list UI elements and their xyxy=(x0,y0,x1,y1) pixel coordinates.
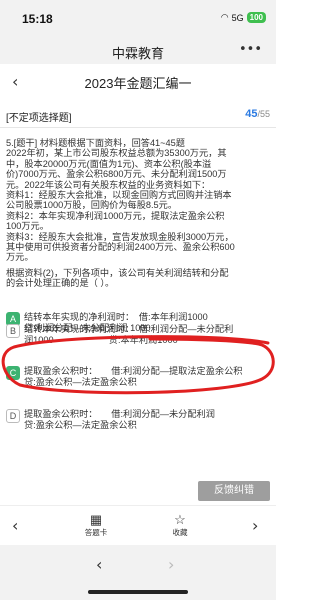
option-letter: D xyxy=(6,409,20,423)
option-line: 结转本年实现的净利润时： 借:利润分配—未分配利 xyxy=(24,324,234,334)
option-d[interactable]: D 提取盈余公积时： 借:利润分配—未分配利润 贷:盈余公积—法定盈余公积 xyxy=(6,408,272,432)
app-bar: 中霖教育 ••• xyxy=(0,38,276,64)
status-bar: 15:18 ◠ 5G 100 xyxy=(0,0,276,38)
option-b[interactable]: B 结转本年实现的净利润时： 借:利润分配—未分配利 润1000 贷:本年利润1… xyxy=(6,323,272,347)
prompt-line: 的会计处理正确的是（ ）。 xyxy=(6,278,115,289)
option-line: 提取盈余公积时： 借:利润分配—未分配利润 xyxy=(24,409,215,419)
prompt-line: 根据资料(2)，下列各项中，该公司有关利润结转和分配 xyxy=(6,268,229,278)
question-line: 5.[题干] 材料题根据下面资料，回答41~45题 xyxy=(6,138,185,148)
status-time: 15:18 xyxy=(22,12,53,26)
option-text: 提取盈余公积时： 借:利润分配—提取法定盈余公积 贷:盈余公积—法定盈余公积 xyxy=(24,366,274,387)
question-line: 元。2022年该公司有关股东权益的业务资料如下： xyxy=(6,179,211,190)
question-type-label: [不定项选择题] xyxy=(6,113,72,124)
question-prompt: 根据资料(2)，下列各项中，该公司有关利润结转和分配 的会计处理正确的是（ ）。 xyxy=(6,268,272,289)
option-line: 润1000 贷:本年利润1000 xyxy=(24,334,178,345)
feedback-button[interactable]: 反馈纠错 xyxy=(198,481,270,501)
browser-nav-bar: ‹ › xyxy=(0,545,276,600)
question-line: 2022年初，某上市公司股东权益总额为35300万元，其 xyxy=(6,148,227,159)
page-header: ‹ 2023年金题汇编一 xyxy=(0,64,276,100)
question-stem: 5.[题干] 材料题根据下面资料，回答41~45题 2022年初，某上市公司股东… xyxy=(6,138,272,263)
option-line: 贷:盈余公积—法定盈余公积 xyxy=(24,419,137,430)
app-title: 中霖教育 xyxy=(111,46,164,61)
progress-total: /55 xyxy=(257,109,270,119)
wifi-icon: ◠ xyxy=(220,12,229,22)
question-progress: 45/55 xyxy=(245,108,270,120)
option-line: 提取盈余公积时： 借:利润分配—提取法定盈余公积 xyxy=(24,366,243,376)
question-line: 资料3：经股东大会批准，宣告发放现金股利3000万元， xyxy=(6,231,234,242)
question-type-row: [不定项选择题] 45/55 xyxy=(0,102,276,128)
option-c[interactable]: C 提取盈余公积时： 借:利润分配—提取法定盈余公积 贷:盈余公积—法定盈余公积 xyxy=(6,365,272,389)
question-line: 资料2：本年实现净利润1000万元，提取法定盈余公积 xyxy=(6,210,225,221)
page-title: 2023年金题汇编一 xyxy=(84,76,192,91)
option-line: 结转本年实现的净利润时： 借:本年利润1000 xyxy=(24,312,208,322)
answer-card-button[interactable]: ▦ 答题卡 xyxy=(76,512,116,538)
answer-card-label: 答题卡 xyxy=(84,528,108,537)
next-question-icon[interactable]: › xyxy=(252,516,258,535)
question-line: 万元。 xyxy=(6,252,34,263)
bottom-toolbar: ‹ ▦ 答题卡 ☆ 收藏 › xyxy=(0,505,276,545)
favorite-label: 收藏 xyxy=(172,528,188,537)
battery-icon: 100 xyxy=(246,12,266,23)
question-line: 其中使用可供投资者分配的利润2400万元、盈余公积600 xyxy=(6,242,235,253)
question-line: 价)7000万元、盈余公积6800万元、未分配利润1500万 xyxy=(6,169,227,180)
question-line: 公司股票1000万股，回购价为每股8.5元。 xyxy=(6,200,178,211)
nav-back-icon[interactable]: ‹ xyxy=(96,555,102,574)
progress-current: 45 xyxy=(245,108,258,120)
grid-icon: ▦ xyxy=(89,512,103,527)
nav-forward-icon[interactable]: › xyxy=(168,555,174,574)
option-text: 结转本年实现的净利润时： 借:利润分配—未分配利 润1000 贷:本年利润100… xyxy=(24,324,274,345)
question-line: 中，股本20000万元(面值为1元)、资本公积(股本溢 xyxy=(6,158,212,169)
more-dots-icon[interactable]: ••• xyxy=(239,42,262,57)
home-indicator[interactable] xyxy=(88,590,188,594)
option-letter: C xyxy=(6,366,20,380)
favorite-button[interactable]: ☆ 收藏 xyxy=(160,512,200,538)
status-icons: ◠ 5G 100 xyxy=(221,12,266,23)
network-label: 5G xyxy=(231,12,244,23)
option-letter: B xyxy=(6,324,20,338)
prev-question-icon[interactable]: ‹ xyxy=(12,516,18,535)
option-text: 提取盈余公积时： 借:利润分配—未分配利润 贷:盈余公积—法定盈余公积 xyxy=(24,409,274,430)
question-line: 资料1：经股东大会批准，以现金回购方式回购并注销本 xyxy=(6,190,232,201)
question-line: 100万元。 xyxy=(6,221,49,232)
star-icon: ☆ xyxy=(174,512,186,527)
option-line: 贷:盈余公积—法定盈余公积 xyxy=(24,376,137,387)
